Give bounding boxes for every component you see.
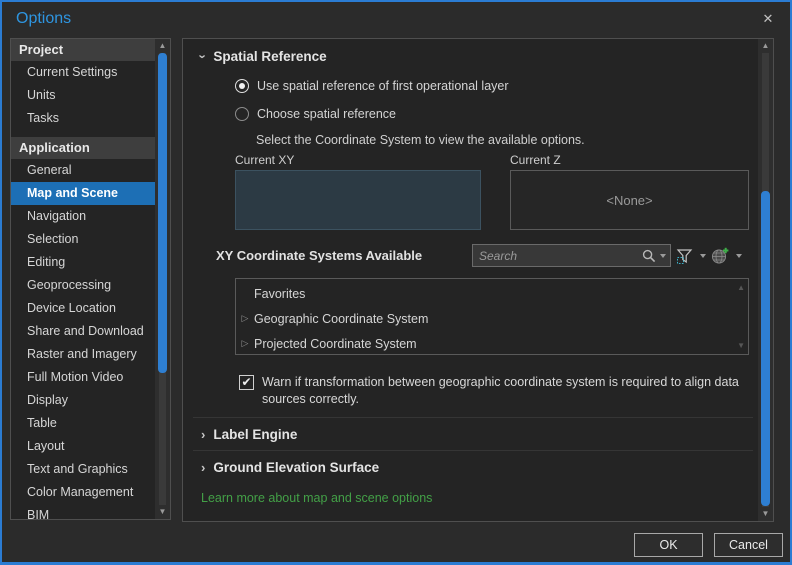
section-divider: [193, 450, 753, 451]
dialog-title: Options: [16, 10, 72, 27]
current-z-box[interactable]: <None>: [510, 170, 749, 230]
section-divider: [193, 417, 753, 418]
sidebar-list: Project Current Settings Units Tasks App…: [11, 39, 155, 519]
list-item-label: Favorites: [254, 286, 306, 301]
radio-choose-spatial-reference[interactable]: Choose spatial reference: [235, 107, 396, 121]
sidebar-item-raster-and-imagery[interactable]: Raster and Imagery: [11, 343, 155, 366]
list-item-projected-coordinate-system[interactable]: ▷ Projected Coordinate System: [236, 331, 748, 356]
sidebar-item-geoprocessing[interactable]: Geoprocessing: [11, 274, 155, 297]
sidebar-item-tasks[interactable]: Tasks: [11, 107, 155, 130]
sidebar-item-text-and-graphics[interactable]: Text and Graphics: [11, 458, 155, 481]
list-item-label: Projected Coordinate System: [254, 336, 417, 351]
list-item-label: Geographic Coordinate System: [254, 311, 429, 326]
sidebar-group-application: Application: [11, 137, 155, 159]
filter-icon: [676, 248, 693, 265]
add-coordinate-system-button[interactable]: [708, 244, 749, 268]
section-title: Spatial Reference: [213, 49, 327, 64]
sidebar-item-current-settings[interactable]: Current Settings: [11, 61, 155, 84]
section-spatial-reference[interactable]: › Spatial Reference: [196, 49, 327, 64]
sidebar-item-units[interactable]: Units: [11, 84, 155, 107]
scroll-up-icon[interactable]: ▲: [758, 39, 773, 53]
sidebar-item-map-and-scene[interactable]: Map and Scene: [11, 182, 155, 205]
sidebar-scrollbar[interactable]: ▲ ▼: [155, 39, 170, 519]
sidebar-item-selection[interactable]: Selection: [11, 228, 155, 251]
warn-transformation-label: Warn if transformation between geographi…: [262, 375, 739, 406]
xy-coordinate-systems-label: XY Coordinate Systems Available: [216, 248, 423, 263]
sidebar-item-editing[interactable]: Editing: [11, 251, 155, 274]
sidebar-item-device-location[interactable]: Device Location: [11, 297, 155, 320]
search-icon[interactable]: [642, 249, 656, 263]
warn-transformation-checkbox[interactable]: ✔: [239, 375, 254, 390]
sidebar-item-color-management[interactable]: Color Management: [11, 481, 155, 504]
cancel-button[interactable]: Cancel: [714, 533, 783, 557]
radio-label: Use spatial reference of first operation…: [257, 79, 509, 93]
sidebar-item-share-and-download[interactable]: Share and Download: [11, 320, 155, 343]
title-bar: Options ✕: [2, 2, 790, 36]
scroll-down-icon[interactable]: ▼: [155, 505, 170, 519]
current-xy-label: Current XY: [235, 153, 295, 167]
current-z-label: Current Z: [510, 153, 561, 167]
chevron-down-icon: ›: [195, 54, 211, 59]
filter-button[interactable]: [673, 244, 713, 268]
sidebar-item-navigation[interactable]: Navigation: [11, 205, 155, 228]
current-z-value: <None>: [606, 192, 653, 208]
options-dialog: Options ✕ Project Current Settings Units…: [0, 0, 792, 565]
section-ground-elevation-surface[interactable]: › Ground Elevation Surface: [201, 460, 379, 475]
main-scrollbar[interactable]: ▲ ▼: [758, 39, 773, 521]
options-sidebar: Project Current Settings Units Tasks App…: [10, 38, 171, 520]
sidebar-item-display[interactable]: Display: [11, 389, 155, 412]
add-caret-icon: [736, 254, 742, 258]
sidebar-item-layout[interactable]: Layout: [11, 435, 155, 458]
list-item-geographic-coordinate-system[interactable]: ▷ Geographic Coordinate System: [236, 306, 748, 331]
sidebar-item-table[interactable]: Table: [11, 412, 155, 435]
list-item-favorites[interactable]: Favorites: [236, 281, 748, 306]
current-xy-box[interactable]: [235, 170, 481, 230]
search-input[interactable]: [473, 248, 642, 263]
radio-selected-icon: [235, 79, 249, 93]
search-options-caret-icon[interactable]: [660, 253, 666, 258]
coordinate-search-box: [472, 244, 671, 267]
section-title: Ground Elevation Surface: [213, 460, 380, 475]
main-scroll-thumb[interactable]: [761, 191, 770, 506]
radio-use-first-layer[interactable]: Use spatial reference of first operation…: [235, 79, 509, 93]
chevron-right-icon: ›: [201, 460, 206, 475]
close-icon[interactable]: ✕: [758, 9, 778, 29]
chevron-right-icon: ›: [201, 427, 206, 442]
coordinate-system-helper-text: Select the Coordinate System to view the…: [256, 133, 585, 147]
scroll-down-icon[interactable]: ▼: [758, 507, 773, 521]
radio-label: Choose spatial reference: [257, 107, 396, 121]
sidebar-group-project: Project: [11, 39, 155, 61]
expander-icon[interactable]: ▷: [236, 338, 254, 349]
coordinate-systems-list: ▲ Favorites ▷ Geographic Coordinate Syst…: [235, 278, 749, 355]
scroll-up-icon[interactable]: ▲: [155, 39, 170, 53]
sidebar-scroll-thumb[interactable]: [158, 53, 167, 373]
radio-unselected-icon: [235, 107, 249, 121]
filter-caret-icon: [700, 254, 706, 258]
list-scroll-up-icon[interactable]: ▲: [737, 283, 745, 292]
ok-button[interactable]: OK: [634, 533, 703, 557]
options-main-panel: › Spatial Reference Use spatial referenc…: [182, 38, 774, 522]
section-label-engine[interactable]: › Label Engine: [201, 427, 297, 442]
sidebar-item-bim[interactable]: BIM: [11, 504, 155, 519]
expander-icon[interactable]: ▷: [236, 313, 254, 324]
globe-add-icon: [711, 247, 729, 265]
learn-more-link[interactable]: Learn more about map and scene options: [201, 491, 432, 505]
list-scroll-down-icon[interactable]: ▼: [737, 341, 745, 350]
sidebar-item-full-motion-video[interactable]: Full Motion Video: [11, 366, 155, 389]
section-title: Label Engine: [213, 427, 298, 442]
sidebar-item-general[interactable]: General: [11, 159, 155, 182]
